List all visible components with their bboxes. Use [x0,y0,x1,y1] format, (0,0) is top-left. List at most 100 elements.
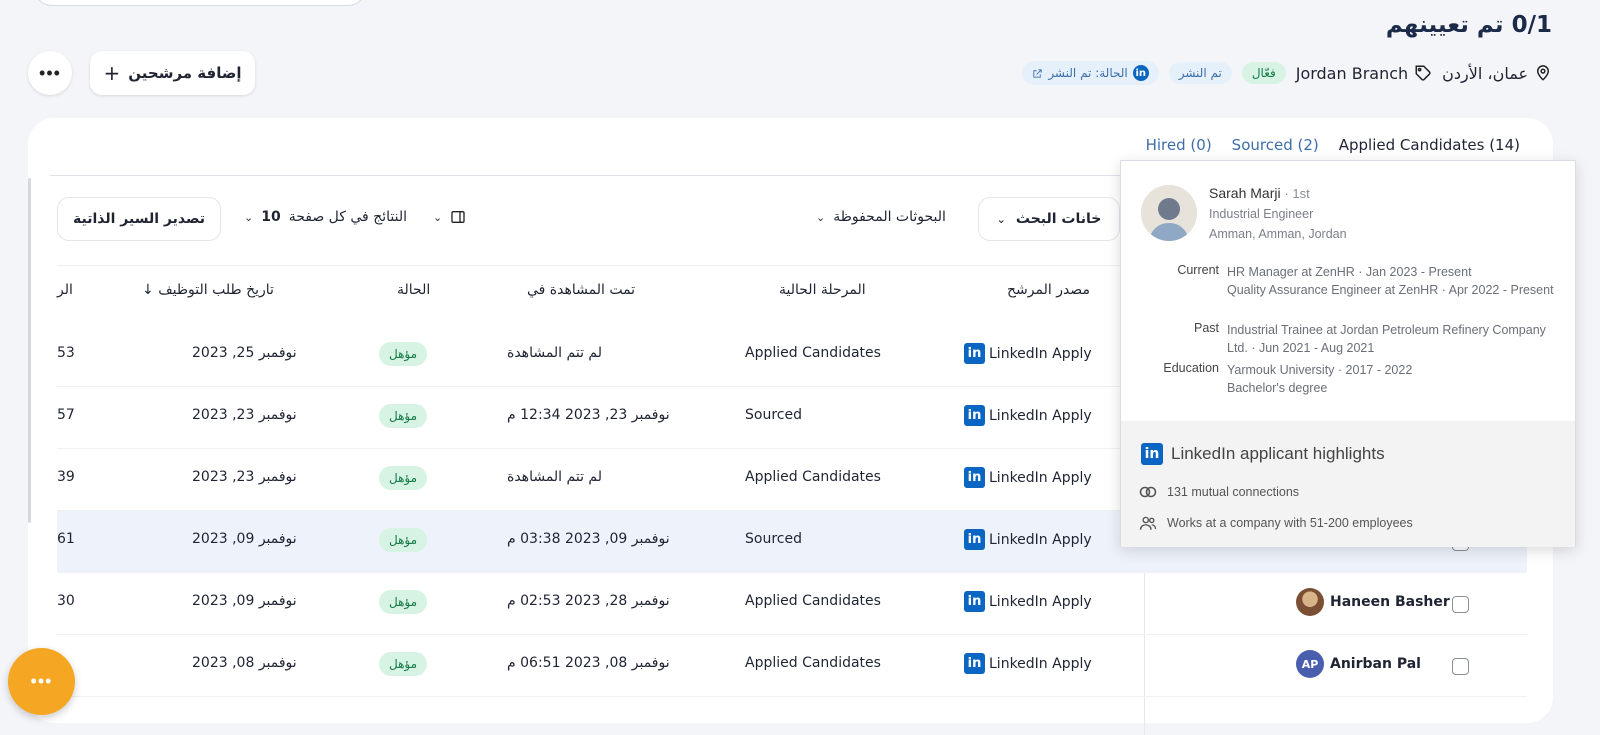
linkedin-icon: in [964,405,985,426]
page-title: 0/1 تم تعيينهم [1385,12,1552,38]
person-silhouette-icon [1141,185,1197,241]
avatar [1296,588,1324,616]
linkedin-icon: in [964,591,985,612]
row-checkbox[interactable] [1452,596,1469,613]
applied-date-cell: نوفمبر 09, 2023 [192,531,297,547]
th-status[interactable]: الحالة [397,282,430,298]
stage-cell: Applied Candidates [745,655,881,671]
branch-text: Jordan Branch [1295,63,1409,83]
people-icon [1139,516,1157,530]
top-search-input[interactable] [34,0,366,6]
stage-cell: Applied Candidates [745,593,881,609]
profile-avatar [1141,185,1197,241]
cut-cell: 57 [57,407,75,423]
per-page-value: 10 [261,209,281,225]
status-badge: مؤهل [379,528,428,552]
connections-icon [1139,486,1157,498]
location: عمان، الأردن [1442,64,1552,83]
highlight-company-size: Works at a company with 51-200 employees [1139,515,1413,531]
linkedin-status-text: الحالة: تم النشر [1048,66,1128,80]
stage-cell: Applied Candidates [745,345,881,361]
applied-date-cell: نوفمبر 23, 2023 [192,407,297,423]
candidate-tabs: Applied Candidates (14) (2) Sourced (0) … [1146,136,1520,154]
results-per-page-select[interactable]: النتائج في كل صفحة 10 ⌄ [244,209,407,225]
chevron-down-icon: ⌄ [816,210,826,224]
status-badge: مؤهل [379,590,428,614]
viewed-cell: نوفمبر 09, 2023 03:38 م [507,531,670,547]
cut-cell: 53 [57,345,75,361]
cut-cell: 61 [57,531,75,547]
add-candidates-button[interactable]: إضافة مرشحين + [90,51,255,95]
more-dots-icon: ••• [39,62,61,83]
profile-headline: Industrial Engineer [1209,207,1314,221]
active-badge: فعّال [1241,62,1286,84]
viewed-cell: نوفمبر 08, 2023 06:51 م [507,655,670,671]
source-cell: LinkedIn Apply in [964,467,1092,488]
external-link-icon [1033,68,1042,78]
search-fields-button[interactable]: خانات البحث ⌄ [978,197,1120,241]
status-badge: مؤهل [379,342,428,366]
stage-cell: Sourced [745,531,802,547]
chevron-down-icon: ⌄ [433,210,443,224]
th-stage[interactable]: المرحلة الحالية [779,282,866,298]
row-checkbox[interactable] [1452,658,1469,675]
table-row[interactable]: 30 نوفمبر 09, 2023 مؤهل نوفمبر 28, 2023 02:… [57,573,1527,635]
chat-fab-button[interactable]: ••• [8,648,75,715]
table-row[interactable]: نوفمبر 08, 2023 مؤهل نوفمبر 08, 2023 06:51… [57,635,1527,697]
columns-panel-icon [451,211,465,223]
linkedin-status-badge[interactable]: in الحالة: تم النشر [1022,61,1159,85]
candidate-name[interactable]: Haneen Basher [1296,588,1450,616]
columns-toggle[interactable]: ⌄ [433,209,466,225]
source-cell: LinkedIn Apply in [964,343,1092,364]
export-cvs-button[interactable]: تصدير السير الذاتية [57,197,221,241]
applicant-highlights: in LinkedIn applicant highlights 131 mut… [1121,421,1575,547]
branch: Jordan Branch [1296,64,1432,83]
applied-date-cell: نوفمبر 08, 2023 [192,655,297,671]
source-cell: LinkedIn Apply in [964,653,1092,674]
cut-cell: 30 [57,593,75,609]
dots-icon: ••• [30,671,53,691]
highlight-mutual-connections: 131 mutual connections [1139,485,1299,499]
applied-date-cell: نوفمبر 09, 2023 [192,593,297,609]
plus-icon: + [103,61,121,85]
linkedin-profile-popover: Sarah Marji · 1st Industrial Engineer Am… [1120,160,1576,547]
arrow-down-icon: ↓ [142,282,154,298]
cut-cell: 39 [57,469,75,485]
tab-applied-candidates[interactable]: Applied Candidates (14) [1339,136,1520,154]
horizontal-scrollbar-handle[interactable] [28,178,31,523]
more-options-button[interactable]: ••• [28,51,72,95]
linkedin-icon: in [964,467,985,488]
stage-cell: Sourced [745,407,802,423]
linkedin-icon: in [964,529,985,550]
profile-location: Amman, Amman, Jordan [1209,227,1347,241]
source-cell: LinkedIn Apply in [964,529,1092,550]
saved-searches-dropdown[interactable]: البحوثات المحفوظة ⌄ [816,209,946,225]
stage-cell: Applied Candidates [745,469,881,485]
location-text: عمان، الأردن [1442,63,1528,83]
viewed-cell: لم تتم المشاهدة [507,469,602,485]
viewed-cell: نوفمبر 28, 2023 02:53 م [507,593,670,609]
tab-sourced[interactable]: (2) Sourced [1232,136,1319,154]
published-badge: تم النشر [1168,62,1232,84]
th-source[interactable]: مصدر المرشح [1007,282,1090,298]
status-badge: مؤهل [379,466,428,490]
candidate-name[interactable]: Anirban Pal AP [1296,650,1421,678]
add-candidates-label: إضافة مرشحين [128,64,242,82]
viewed-cell: لم تتم المشاهدة [507,345,602,361]
th-applied-date[interactable]: تاريخ طلب التوظيف ↓ [142,282,274,298]
tag-icon [1415,65,1431,81]
job-meta-row: عمان، الأردن Jordan Branch فعّال تم النش… [1022,60,1552,86]
th-viewed[interactable]: تمت المشاهدة في [527,282,635,298]
linkedin-icon: in [1132,65,1149,81]
th-cut[interactable]: الر [57,282,73,298]
viewed-cell: نوفمبر 23, 2023 12:34 م [507,407,670,423]
applied-date-cell: نوفمبر 23, 2023 [192,469,297,485]
tab-hired[interactable]: (0) Hired [1146,136,1212,154]
applied-date-cell: نوفمبر 25, 2023 [192,345,297,361]
location-pin-icon [1536,65,1550,81]
source-cell: LinkedIn Apply in [964,405,1092,426]
profile-name[interactable]: Sarah Marji · 1st [1209,185,1310,201]
linkedin-icon: in [964,653,985,674]
status-badge: مؤهل [379,652,428,676]
status-badge: مؤهل [379,404,428,428]
